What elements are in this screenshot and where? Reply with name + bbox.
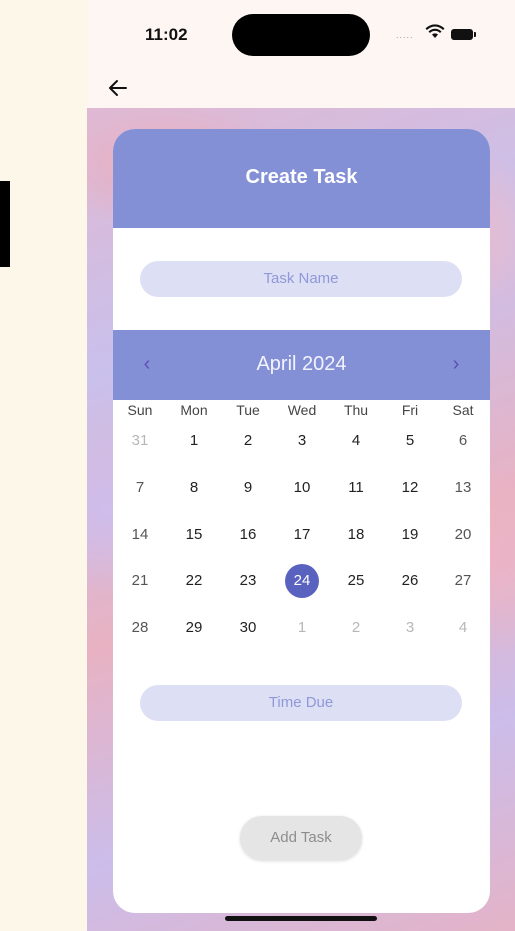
weekday-label: Sun xyxy=(127,402,153,418)
calendar-day[interactable]: 26 xyxy=(393,564,427,598)
home-indicator xyxy=(225,916,377,921)
calendar-day[interactable]: 12 xyxy=(393,471,427,505)
calendar-day[interactable]: 29 xyxy=(177,611,211,645)
calendar-day[interactable]: 18 xyxy=(339,518,373,552)
calendar-month-label: April 2024 xyxy=(256,353,347,375)
page-title: Create Task xyxy=(245,166,358,188)
battery-icon xyxy=(451,29,476,40)
calendar-day[interactable]: 8 xyxy=(177,471,211,505)
calendar-day[interactable]: 4 xyxy=(339,424,373,458)
wifi-icon xyxy=(425,24,445,38)
signal-icon: ..... xyxy=(396,30,414,40)
calendar-day-outside[interactable]: 31 xyxy=(123,424,157,458)
calendar-day[interactable]: 25 xyxy=(339,564,373,598)
weekday-label: Sat xyxy=(452,402,474,418)
back-arrow-icon[interactable] xyxy=(107,77,129,99)
weekday-label: Tue xyxy=(236,402,260,418)
calendar-day[interactable]: 3 xyxy=(285,424,319,458)
weekday-label: Mon xyxy=(180,402,208,418)
calendar-day[interactable]: 21 xyxy=(123,564,157,598)
calendar-day[interactable]: 7 xyxy=(123,471,157,505)
calendar-day[interactable]: 15 xyxy=(177,518,211,552)
phone-screen: 11:02 ..... Create Task Task Name ‹ Apri… xyxy=(87,0,515,931)
calendar-header: ‹ April 2024 › xyxy=(113,330,490,400)
calendar-day[interactable]: 20 xyxy=(446,518,480,552)
status-time: 11:02 xyxy=(145,25,188,44)
calendar-day-outside[interactable]: 3 xyxy=(393,611,427,645)
calendar-day-outside[interactable]: 4 xyxy=(446,611,480,645)
calendar-day[interactable]: 1 xyxy=(177,424,211,458)
calendar-day-outside[interactable]: 2 xyxy=(339,611,373,645)
calendar-day[interactable]: 27 xyxy=(446,564,480,598)
time-due-input[interactable]: Time Due xyxy=(140,685,462,721)
calendar-day[interactable]: 23 xyxy=(231,564,265,598)
weekday-label: Thu xyxy=(343,402,369,418)
calendar-day[interactable]: 10 xyxy=(285,471,319,505)
calendar-day[interactable]: 9 xyxy=(231,471,265,505)
calendar-day[interactable]: 16 xyxy=(231,518,265,552)
calendar-day[interactable]: 13 xyxy=(446,471,480,505)
add-task-button[interactable]: Add Task xyxy=(240,816,362,860)
card-header: Create Task xyxy=(113,129,490,228)
task-name-input[interactable]: Task Name xyxy=(140,261,462,297)
weekday-label: Wed xyxy=(287,402,317,418)
weekday-row: Sun Mon Tue Wed Thu Fri Sat xyxy=(113,402,490,420)
calendar-day[interactable]: 14 xyxy=(123,518,157,552)
calendar-day[interactable]: 6 xyxy=(446,424,480,458)
calendar-day[interactable]: 11 xyxy=(339,471,373,505)
weekday-label: Fri xyxy=(401,402,419,418)
calendar-day[interactable]: 30 xyxy=(231,611,265,645)
create-task-card: Create Task Task Name ‹ April 2024 › Sun… xyxy=(113,129,490,913)
calendar-day[interactable]: 2 xyxy=(231,424,265,458)
background-stripe xyxy=(0,181,10,267)
chevron-right-icon[interactable]: › xyxy=(444,352,468,376)
calendar-day[interactable]: 5 xyxy=(393,424,427,458)
calendar-day[interactable]: 19 xyxy=(393,518,427,552)
calendar-day[interactable]: 24 xyxy=(285,564,319,598)
calendar-day[interactable]: 17 xyxy=(285,518,319,552)
dynamic-island xyxy=(232,14,370,56)
status-bar: 11:02 ..... xyxy=(87,0,515,108)
calendar-day[interactable]: 22 xyxy=(177,564,211,598)
calendar-day-outside[interactable]: 1 xyxy=(285,611,319,645)
calendar-day[interactable]: 28 xyxy=(123,611,157,645)
